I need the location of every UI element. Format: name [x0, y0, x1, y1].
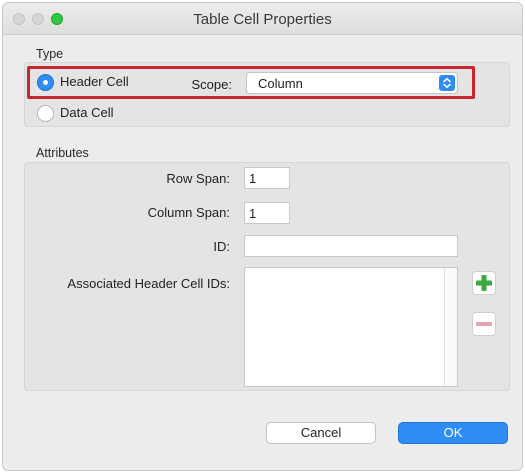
column-span-label: Column Span:	[147, 205, 230, 220]
ok-button[interactable]: OK	[398, 422, 508, 444]
associated-header-cell-ids-label: Associated Header Cell IDs:	[67, 276, 230, 291]
window-title: Table Cell Properties	[193, 11, 332, 28]
type-section-label: Type	[36, 47, 64, 61]
remove-header-id-button[interactable]	[472, 312, 496, 336]
highlight-annotation-box	[27, 66, 475, 99]
list-scrollbar[interactable]	[444, 268, 457, 386]
associated-header-cell-ids-list[interactable]	[244, 267, 458, 387]
minus-icon	[473, 322, 495, 338]
plus-icon	[473, 275, 495, 297]
row-span-field[interactable]: 1	[244, 167, 290, 189]
cancel-button[interactable]: Cancel	[266, 422, 376, 444]
add-header-id-button[interactable]	[472, 271, 496, 295]
attributes-section-label: Attributes	[36, 146, 89, 160]
data-cell-label[interactable]: Data Cell	[60, 105, 113, 120]
id-field[interactable]	[244, 235, 458, 257]
column-span-field[interactable]: 1	[244, 202, 290, 224]
data-cell-radio[interactable]	[37, 105, 54, 122]
id-label: ID:	[213, 239, 230, 254]
row-span-label: Row Span:	[166, 171, 230, 186]
title-bar: Table Cell Properties	[3, 3, 522, 35]
